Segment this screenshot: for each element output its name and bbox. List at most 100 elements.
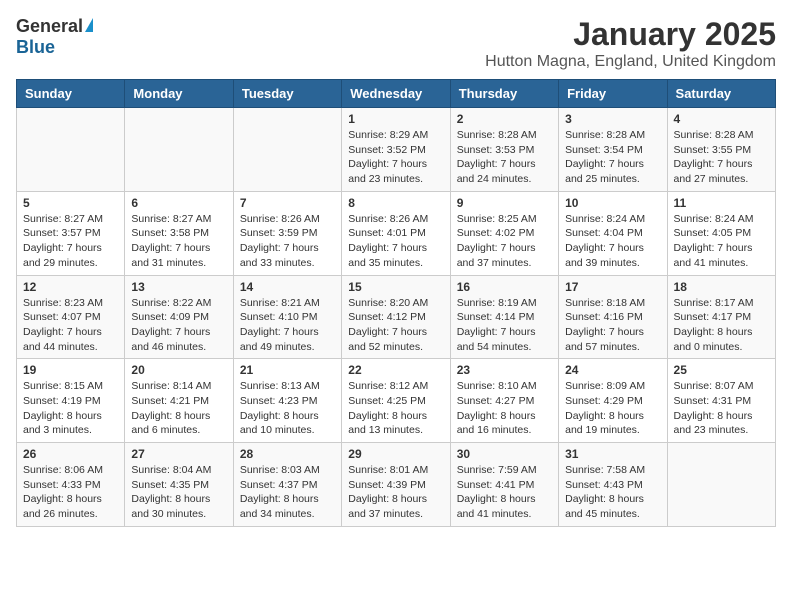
day-detail: Sunrise: 8:10 AM Sunset: 4:27 PM Dayligh… — [457, 379, 552, 438]
day-number: 31 — [565, 447, 660, 461]
day-cell: 24 Sunrise: 8:09 AM Sunset: 4:29 PM Dayli… — [559, 359, 667, 443]
day-number: 6 — [131, 196, 226, 210]
col-header-tuesday: Tuesday — [233, 80, 341, 108]
day-cell: 28 Sunrise: 8:03 AM Sunset: 4:37 PM Dayli… — [233, 443, 341, 527]
day-detail: Sunrise: 8:28 AM Sunset: 3:53 PM Dayligh… — [457, 128, 552, 187]
col-header-saturday: Saturday — [667, 80, 775, 108]
day-detail: Sunrise: 8:24 AM Sunset: 4:04 PM Dayligh… — [565, 212, 660, 271]
day-cell: 31 Sunrise: 7:58 AM Sunset: 4:43 PM Dayli… — [559, 443, 667, 527]
calendar-title: January 2025 — [485, 16, 776, 53]
day-detail: Sunrise: 8:04 AM Sunset: 4:35 PM Dayligh… — [131, 463, 226, 522]
day-cell: 10 Sunrise: 8:24 AM Sunset: 4:04 PM Dayli… — [559, 191, 667, 275]
day-cell — [667, 443, 775, 527]
day-cell: 25 Sunrise: 8:07 AM Sunset: 4:31 PM Dayli… — [667, 359, 775, 443]
col-header-friday: Friday — [559, 80, 667, 108]
day-cell: 22 Sunrise: 8:12 AM Sunset: 4:25 PM Dayli… — [342, 359, 450, 443]
day-number: 23 — [457, 363, 552, 377]
day-number: 17 — [565, 280, 660, 294]
day-number: 29 — [348, 447, 443, 461]
day-cell: 7Sunrise: 8:26 AM Sunset: 3:59 PM Daylig… — [233, 191, 341, 275]
day-detail: Sunrise: 8:19 AM Sunset: 4:14 PM Dayligh… — [457, 296, 552, 355]
day-cell: 20 Sunrise: 8:14 AM Sunset: 4:21 PM Dayli… — [125, 359, 233, 443]
week-row-4: 19 Sunrise: 8:15 AM Sunset: 4:19 PM Dayli… — [17, 359, 776, 443]
day-cell: 14Sunrise: 8:21 AM Sunset: 4:10 PM Dayli… — [233, 275, 341, 359]
day-cell: 13 Sunrise: 8:22 AM Sunset: 4:09 PM Dayli… — [125, 275, 233, 359]
day-number: 25 — [674, 363, 769, 377]
col-header-sunday: Sunday — [17, 80, 125, 108]
logo: General Blue — [16, 16, 93, 58]
day-detail: Sunrise: 8:03 AM Sunset: 4:37 PM Dayligh… — [240, 463, 335, 522]
day-number: 11 — [674, 196, 769, 210]
day-number: 22 — [348, 363, 443, 377]
day-number: 26 — [23, 447, 118, 461]
day-cell: 4Sunrise: 8:28 AM Sunset: 3:55 PM Daylig… — [667, 108, 775, 192]
logo-general-text: General — [16, 16, 83, 37]
day-number: 28 — [240, 447, 335, 461]
col-header-monday: Monday — [125, 80, 233, 108]
day-number: 4 — [674, 112, 769, 126]
day-number: 15 — [348, 280, 443, 294]
day-number: 16 — [457, 280, 552, 294]
day-number: 8 — [348, 196, 443, 210]
day-number: 10 — [565, 196, 660, 210]
day-detail: Sunrise: 8:27 AM Sunset: 3:58 PM Dayligh… — [131, 212, 226, 271]
calendar-body: 1Sunrise: 8:29 AM Sunset: 3:52 PM Daylig… — [17, 108, 776, 527]
day-detail: Sunrise: 8:18 AM Sunset: 4:16 PM Dayligh… — [565, 296, 660, 355]
day-detail: Sunrise: 8:15 AM Sunset: 4:19 PM Dayligh… — [23, 379, 118, 438]
day-number: 3 — [565, 112, 660, 126]
day-number: 14 — [240, 280, 335, 294]
day-cell: 23 Sunrise: 8:10 AM Sunset: 4:27 PM Dayli… — [450, 359, 558, 443]
day-cell — [17, 108, 125, 192]
day-detail: Sunrise: 8:20 AM Sunset: 4:12 PM Dayligh… — [348, 296, 443, 355]
day-cell: 27 Sunrise: 8:04 AM Sunset: 4:35 PM Dayli… — [125, 443, 233, 527]
day-cell: 2Sunrise: 8:28 AM Sunset: 3:53 PM Daylig… — [450, 108, 558, 192]
day-number: 24 — [565, 363, 660, 377]
day-detail: Sunrise: 8:09 AM Sunset: 4:29 PM Dayligh… — [565, 379, 660, 438]
day-cell: 17 Sunrise: 8:18 AM Sunset: 4:16 PM Dayli… — [559, 275, 667, 359]
col-header-thursday: Thursday — [450, 80, 558, 108]
day-cell: 21 Sunrise: 8:13 AM Sunset: 4:23 PM Dayli… — [233, 359, 341, 443]
day-number: 20 — [131, 363, 226, 377]
logo-blue-text: Blue — [16, 37, 55, 58]
day-cell: 3 Sunrise: 8:28 AM Sunset: 3:54 PM Daylig… — [559, 108, 667, 192]
day-number: 19 — [23, 363, 118, 377]
day-cell: 30Sunrise: 7:59 AM Sunset: 4:41 PM Dayli… — [450, 443, 558, 527]
day-detail: Sunrise: 8:22 AM Sunset: 4:09 PM Dayligh… — [131, 296, 226, 355]
calendar-subtitle: Hutton Magna, England, United Kingdom — [485, 53, 776, 71]
day-detail: Sunrise: 8:14 AM Sunset: 4:21 PM Dayligh… — [131, 379, 226, 438]
day-cell: 11Sunrise: 8:24 AM Sunset: 4:05 PM Dayli… — [667, 191, 775, 275]
day-number: 21 — [240, 363, 335, 377]
day-number: 1 — [348, 112, 443, 126]
week-row-3: 12 Sunrise: 8:23 AM Sunset: 4:07 PM Dayli… — [17, 275, 776, 359]
day-detail: Sunrise: 7:58 AM Sunset: 4:43 PM Dayligh… — [565, 463, 660, 522]
header: General Blue January 2025 Hutton Magna, … — [16, 16, 776, 71]
day-cell: 8Sunrise: 8:26 AM Sunset: 4:01 PM Daylig… — [342, 191, 450, 275]
day-detail: Sunrise: 8:23 AM Sunset: 4:07 PM Dayligh… — [23, 296, 118, 355]
day-number: 18 — [674, 280, 769, 294]
day-cell: 9Sunrise: 8:25 AM Sunset: 4:02 PM Daylig… — [450, 191, 558, 275]
day-cell: 12 Sunrise: 8:23 AM Sunset: 4:07 PM Dayli… — [17, 275, 125, 359]
day-number: 13 — [131, 280, 226, 294]
day-number: 12 — [23, 280, 118, 294]
day-cell: 29 Sunrise: 8:01 AM Sunset: 4:39 PM Dayli… — [342, 443, 450, 527]
day-cell: 18 Sunrise: 8:17 AM Sunset: 4:17 PM Dayli… — [667, 275, 775, 359]
day-detail: Sunrise: 8:26 AM Sunset: 3:59 PM Dayligh… — [240, 212, 335, 271]
week-row-1: 1Sunrise: 8:29 AM Sunset: 3:52 PM Daylig… — [17, 108, 776, 192]
day-number: 27 — [131, 447, 226, 461]
calendar-header: SundayMondayTuesdayWednesdayThursdayFrid… — [17, 80, 776, 108]
day-number: 5 — [23, 196, 118, 210]
day-detail: Sunrise: 8:07 AM Sunset: 4:31 PM Dayligh… — [674, 379, 769, 438]
title-area: January 2025 Hutton Magna, England, Unit… — [485, 16, 776, 71]
day-cell: 16 Sunrise: 8:19 AM Sunset: 4:14 PM Dayli… — [450, 275, 558, 359]
day-detail: Sunrise: 8:28 AM Sunset: 3:54 PM Dayligh… — [565, 128, 660, 187]
day-cell: 5Sunrise: 8:27 AM Sunset: 3:57 PM Daylig… — [17, 191, 125, 275]
day-cell: 1Sunrise: 8:29 AM Sunset: 3:52 PM Daylig… — [342, 108, 450, 192]
day-detail: Sunrise: 8:01 AM Sunset: 4:39 PM Dayligh… — [348, 463, 443, 522]
logo-triangle-icon — [85, 18, 93, 32]
day-detail: Sunrise: 8:17 AM Sunset: 4:17 PM Dayligh… — [674, 296, 769, 355]
day-number: 30 — [457, 447, 552, 461]
week-row-2: 5Sunrise: 8:27 AM Sunset: 3:57 PM Daylig… — [17, 191, 776, 275]
day-detail: Sunrise: 8:12 AM Sunset: 4:25 PM Dayligh… — [348, 379, 443, 438]
day-detail: Sunrise: 8:13 AM Sunset: 4:23 PM Dayligh… — [240, 379, 335, 438]
day-detail: Sunrise: 8:25 AM Sunset: 4:02 PM Dayligh… — [457, 212, 552, 271]
